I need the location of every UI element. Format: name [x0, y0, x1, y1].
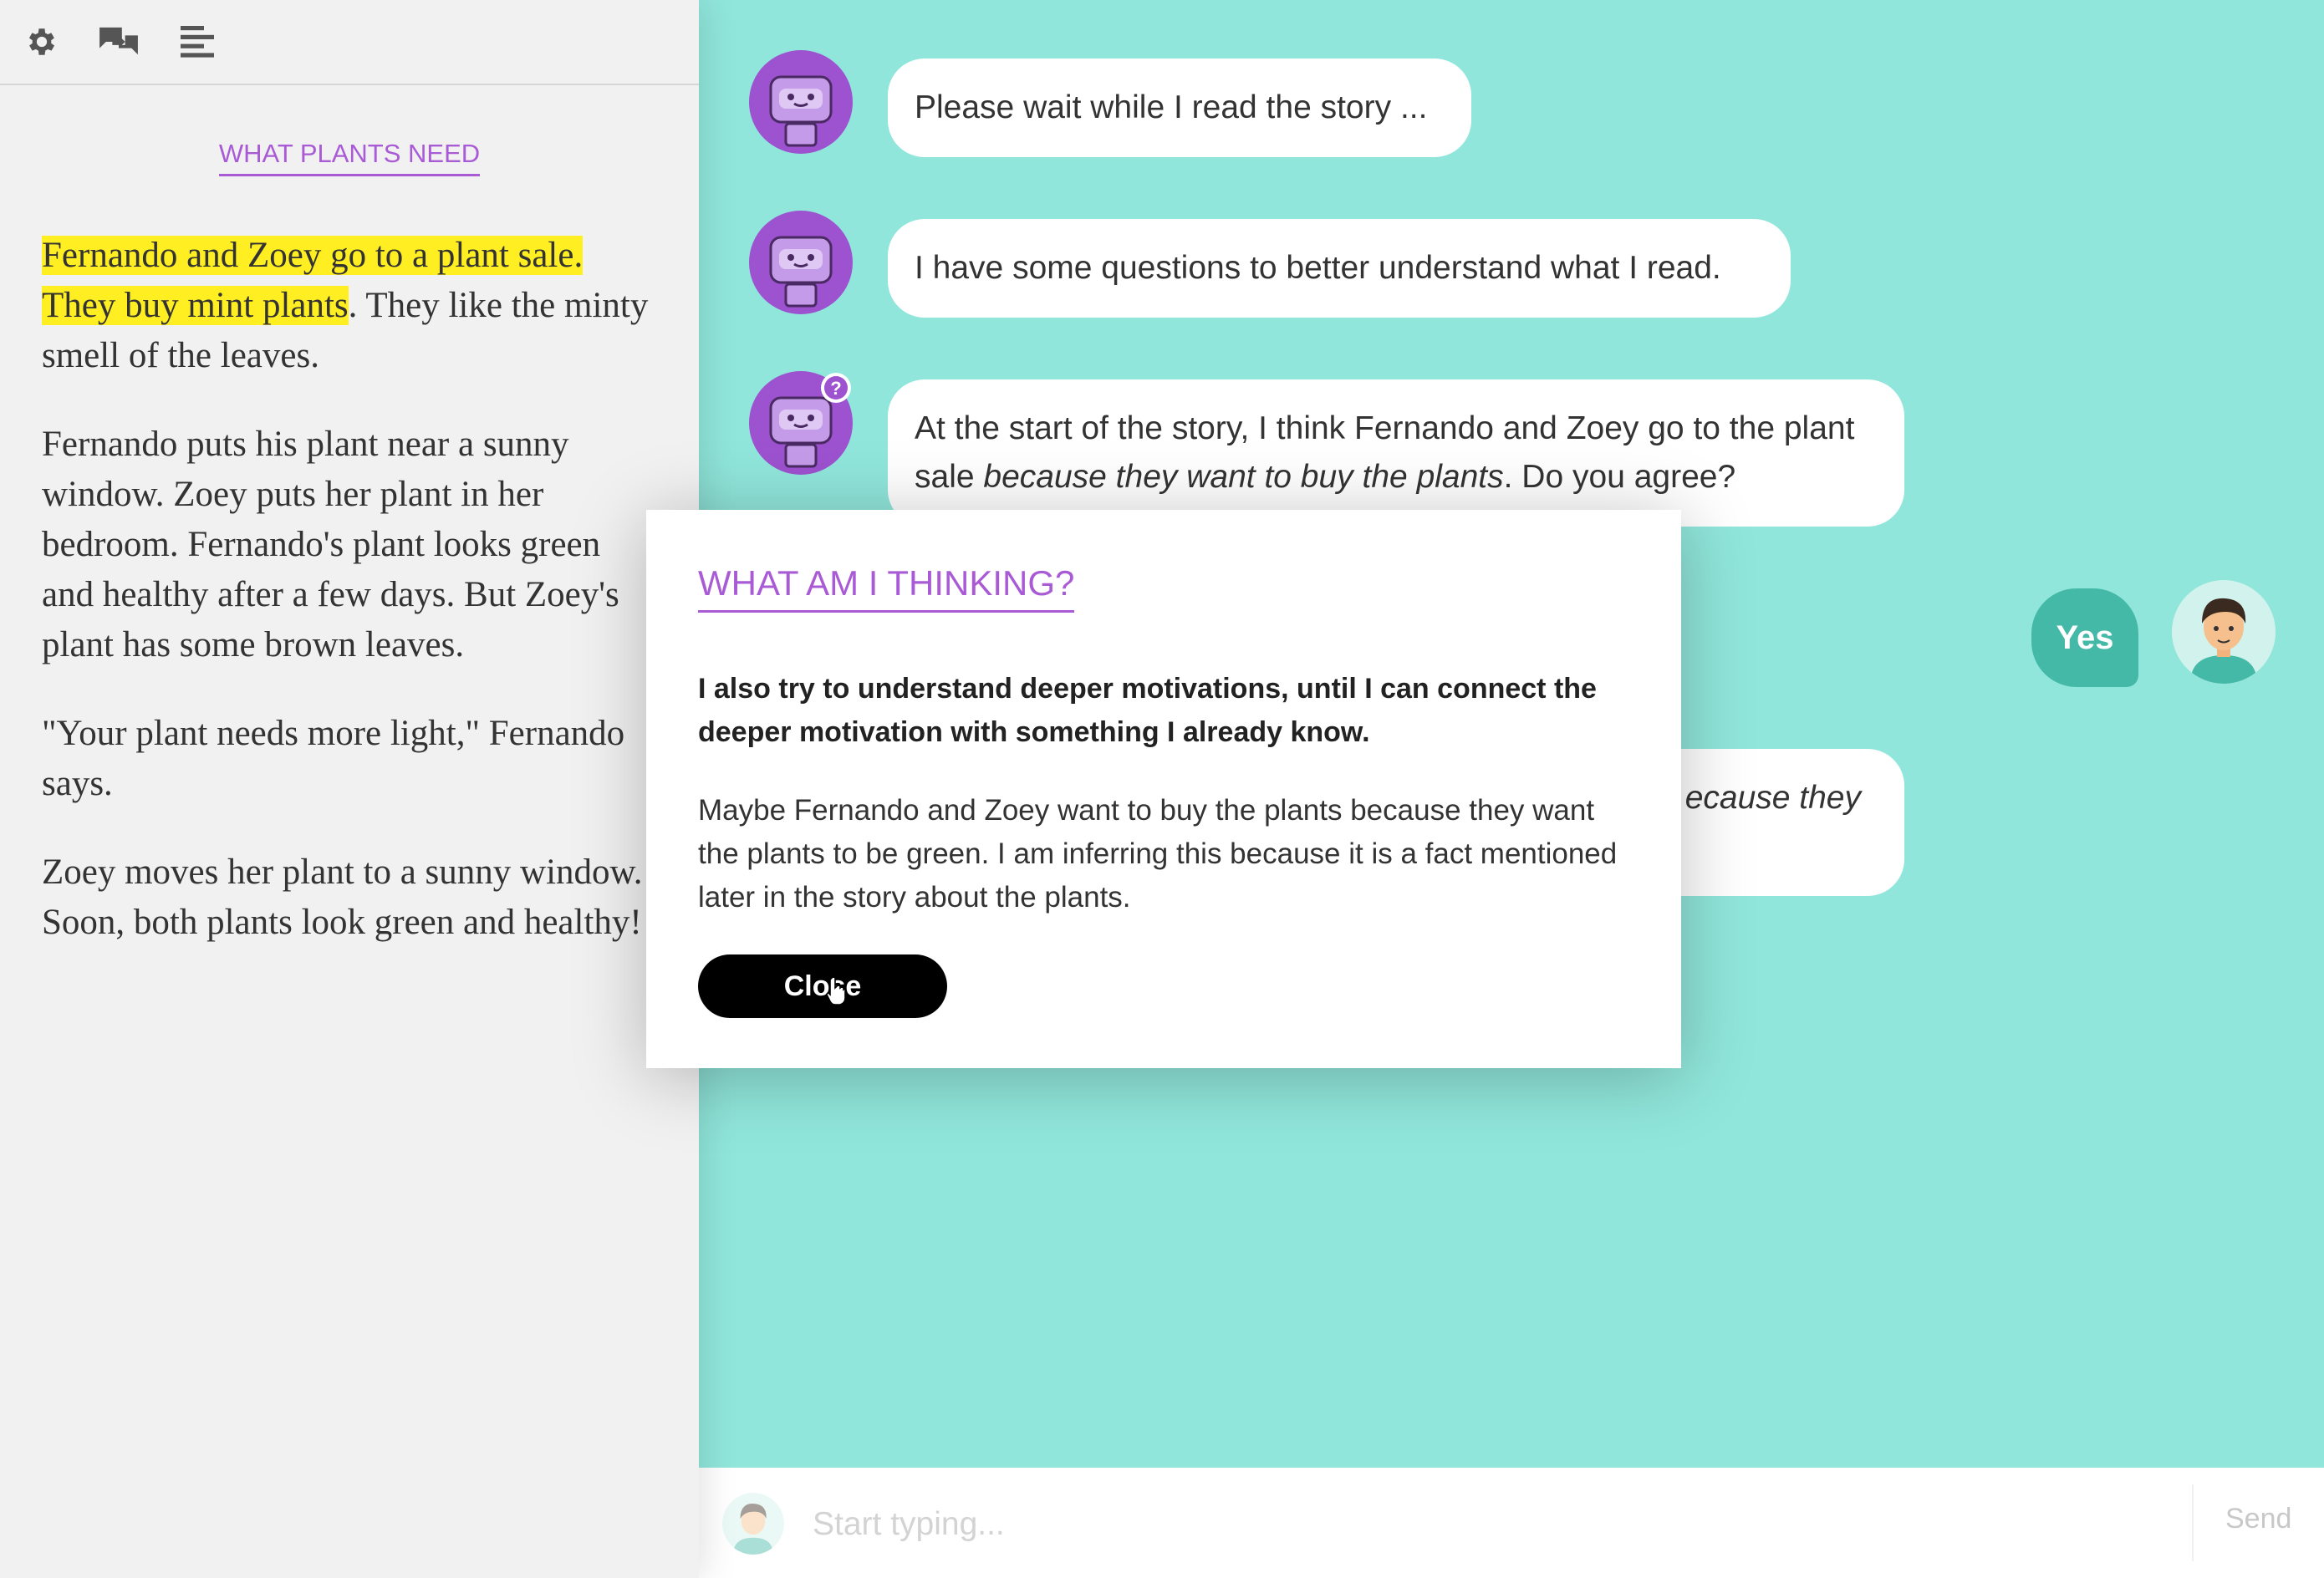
send-divider: [2192, 1484, 2194, 1561]
thinking-modal: WHAT AM I THINKING? I also try to unders…: [646, 510, 1681, 1068]
highlighted-sentence-1: Fernando and Zoey go to a plant sale.: [42, 236, 584, 275]
bot-message-1: Please wait while I read the story ...: [888, 59, 1471, 157]
robot-avatar-thinking[interactable]: ?: [749, 371, 853, 475]
toolbar: [0, 0, 699, 85]
bot-message-3-italic: because they want to buy the plants: [983, 459, 1504, 495]
bot-message-4-text: ecause they: [1684, 780, 1861, 816]
modal-inference: Maybe Fernando and Zoey want to buy the …: [698, 794, 1618, 914]
bot-message-2: I have some questions to better understa…: [888, 219, 1791, 318]
story-paragraph-4: Zoey moves her plant to a sunny window. …: [42, 853, 643, 942]
user-reply-bubble: Yes: [2031, 588, 2138, 687]
hand-cursor-icon: [826, 976, 846, 1005]
story-title: WHAT PLANTS NEED: [0, 139, 699, 176]
modal-title: WHAT AM I THINKING?: [698, 563, 1075, 613]
user-avatar: [2172, 580, 2276, 684]
question-badge: ?: [830, 378, 841, 399]
send-button[interactable]: Send: [2225, 1503, 2291, 1535]
story-paragraph-2: Fernando puts his plant near a sunny win…: [42, 425, 619, 664]
close-button[interactable]: Close: [698, 954, 947, 1018]
robot-avatar: [749, 211, 853, 314]
bot-message-3-text-2: . Do you agree?: [1503, 459, 1736, 495]
text-align-icon[interactable]: [176, 20, 219, 64]
robot-avatar: [749, 50, 853, 154]
modal-explanation: I also try to understand deeper motivati…: [698, 673, 1597, 748]
highlighted-sentence-2: They buy mint plants: [42, 286, 349, 325]
story-paragraph-3: "Your plant needs more light," Fernando …: [42, 714, 625, 803]
chat-icon[interactable]: [97, 20, 140, 64]
story-text: Fernando and Zoey go to a plant sale. The…: [42, 231, 660, 986]
message-input[interactable]: [811, 1493, 2035, 1556]
gear-icon[interactable]: [20, 20, 64, 64]
user-avatar-small: [722, 1493, 784, 1555]
story-panel: WHAT PLANTS NEED Fernando and Zoey go to…: [0, 0, 699, 1578]
bot-message-3: At the start of the story, I think Ferna…: [888, 379, 1904, 527]
message-input-bar: Send: [699, 1468, 2324, 1578]
story-title-text: WHAT PLANTS NEED: [218, 139, 481, 176]
story-paragraph-1: Fernando and Zoey go to a plant sale. The…: [42, 231, 660, 381]
